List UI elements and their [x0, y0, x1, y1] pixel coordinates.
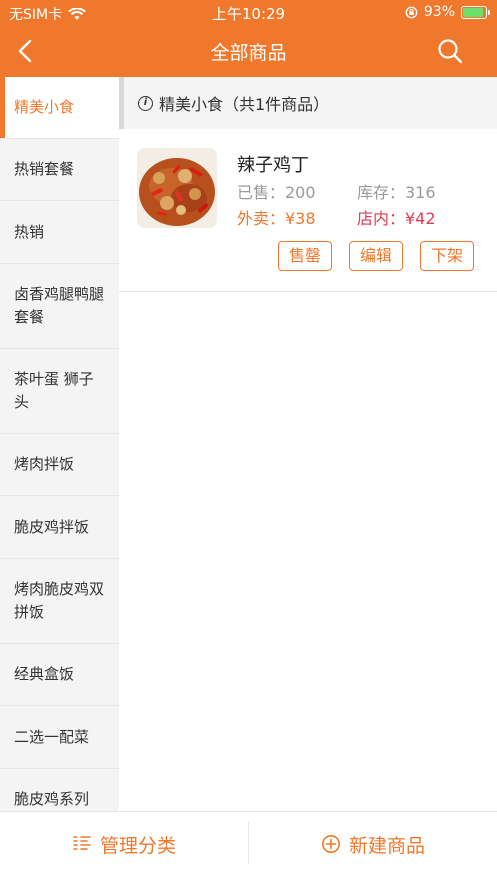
edit-button[interactable]: 编辑 [349, 241, 404, 271]
search-icon[interactable] [437, 38, 463, 64]
sidebar-item-经典盒饭[interactable]: 经典盒饭 [0, 644, 119, 706]
nav-bar: 全部商品 [0, 26, 497, 77]
sidebar-item-热销套餐[interactable]: 热销套餐 [0, 139, 119, 201]
product-card[interactable]: 辣子鸡丁 已售：200 库存：316 外卖：¥38 店内：¥42 售罄 编辑 下… [119, 129, 497, 292]
product-image [137, 148, 217, 228]
header: 无SIM卡 上午10:29 93% 全部商品 [0, 0, 497, 77]
orientation-lock-icon [405, 6, 418, 18]
takeout-price: 外卖：¥38 [237, 209, 316, 228]
manage-category-label: 管理分类 [99, 834, 176, 857]
sidebar-item-热销[interactable]: 热销 [0, 201, 119, 264]
sidebar-item-精美小食[interactable]: 精美小食 [0, 77, 119, 139]
category-sidebar[interactable]: 精美小食 热销套餐 热销 卤香鸡腿鸭腿套餐 茶叶蛋 狮子头 烤肉拌饭 脆皮鸡拌饭… [0, 77, 119, 811]
bottom-action-bar: 管理分类 新建商品 [0, 811, 497, 883]
category-list-icon [73, 836, 91, 850]
dish-photo-icon [137, 148, 217, 228]
sidebar-item-脆皮鸡拌饭[interactable]: 脆皮鸡拌饭 [0, 496, 119, 559]
instore-price: 店内：¥42 [357, 209, 436, 228]
sidebar-item-烤肉脆皮鸡双拼饭[interactable]: 烤肉脆皮鸡双拼饭 [0, 559, 119, 644]
manage-category-button[interactable]: 管理分类 [0, 812, 248, 883]
product-name: 辣子鸡丁 [237, 155, 309, 176]
info-icon: i [138, 95, 153, 111]
sidebar-item-卤香鸡腿鸭腿套餐[interactable]: 卤香鸡腿鸭腿套餐 [0, 264, 119, 349]
sidebar-item-label: 热销 [14, 222, 45, 241]
remove-from-shelf-button[interactable]: 下架 [420, 241, 475, 271]
battery-icon [461, 5, 490, 19]
new-product-button[interactable]: 新建商品 [249, 812, 497, 883]
sidebar-item-label: 精美小食 [14, 98, 75, 116]
product-stock: 库存：316 [357, 183, 436, 202]
sidebar-item-label: 脆皮鸡系列 [14, 790, 90, 808]
sidebar-item-label: 经典盒饭 [14, 665, 75, 683]
sidebar-item-label: 热销套餐 [14, 160, 75, 178]
sidebar-item-label: 二选一配菜 [14, 727, 90, 746]
sidebar-item-二选一配菜[interactable]: 二选一配菜 [0, 706, 119, 769]
category-header-text: 精美小食（共1件商品） [159, 95, 330, 114]
sidebar-item-label: 烤肉拌饭 [14, 455, 75, 473]
battery-percent: 93% [423, 4, 455, 20]
sidebar-item-脆皮鸡系列[interactable]: 脆皮鸡系列 [0, 769, 119, 811]
battery-fill [463, 7, 483, 17]
product-list-panel: i 精美小食（共1件商品） 辣子鸡丁 已售：200 库存：316 外卖：¥38 … [119, 77, 497, 811]
status-right: 93% [405, 4, 490, 20]
sidebar-item-label: 卤香鸡腿鸭腿套餐 [14, 285, 105, 326]
product-sold-count: 已售：200 [237, 183, 316, 202]
sidebar-item-label: 脆皮鸡拌饭 [14, 517, 90, 536]
status-bar: 无SIM卡 上午10:29 93% [0, 0, 497, 26]
page-title: 全部商品 [210, 42, 287, 64]
category-header: i 精美小食（共1件商品） [119, 77, 497, 129]
sidebar-item-label: 茶叶蛋 狮子头 [14, 370, 94, 411]
sold-out-button[interactable]: 售罄 [278, 241, 333, 271]
new-product-label: 新建商品 [348, 834, 425, 857]
sidebar-item-烤肉拌饭[interactable]: 烤肉拌饭 [0, 434, 119, 496]
add-circle-icon [321, 835, 340, 853]
sidebar-item-label: 烤肉脆皮鸡双拼饭 [14, 580, 105, 621]
sidebar-item-茶叶蛋狮子头[interactable]: 茶叶蛋 狮子头 [0, 349, 119, 434]
